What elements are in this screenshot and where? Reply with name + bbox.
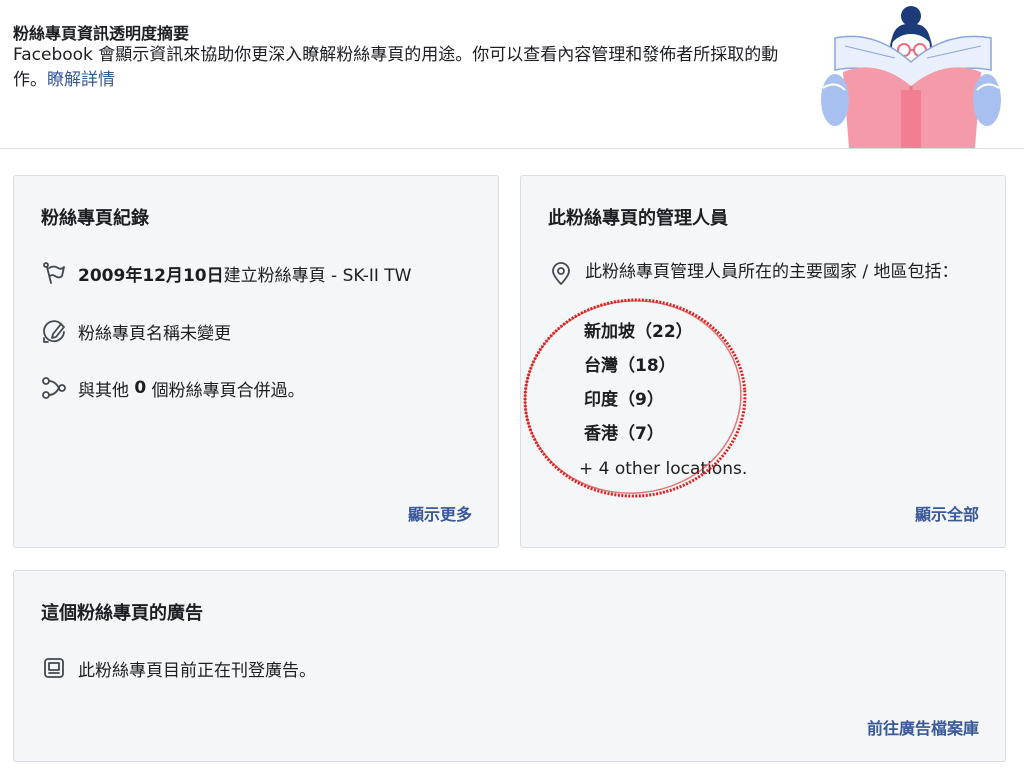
- page-history-title: 粉絲專頁紀錄: [41, 208, 149, 229]
- show-all-link[interactable]: 顯示全部: [915, 501, 979, 525]
- page-ads-title: 這個粉絲專頁的廣告: [41, 603, 203, 624]
- ads-status-row: 此粉絲專頁目前正在刊登廣告。: [41, 655, 316, 681]
- page-history-panel: 粉絲專頁紀錄 2009年12月10日 建立粉絲專頁 - SK-II TW 粉絲專…: [13, 175, 499, 548]
- location-pin-icon: [548, 261, 574, 287]
- merge-suffix: 個粉絲專頁合併過。: [146, 380, 305, 401]
- name-change-row: 粉絲專頁名稱未變更: [41, 318, 231, 344]
- edit-history-icon: [41, 318, 67, 344]
- header-description: Facebook 會顯示資訊來協助你更深入瞭解粉絲專頁的用途。你可以查看內容管理…: [13, 43, 783, 93]
- ad-screen-icon: [41, 655, 67, 681]
- location-item: 新加坡（22）: [584, 322, 693, 342]
- managers-intro-text: 此粉絲專頁管理人員所在的主要國家 / 地區包括：: [585, 262, 959, 282]
- header-description-text: Facebook 會顯示資訊來協助你更深入瞭解粉絲專頁的用途。你可以查看內容管理…: [13, 45, 779, 90]
- creation-date: 2009年12月10日: [78, 265, 224, 286]
- reading-woman-illustration: [821, 6, 1001, 148]
- merge-count: 0: [134, 378, 147, 398]
- location-item: 印度（9）: [584, 390, 664, 410]
- other-locations-text: + 4 other locations.: [579, 459, 748, 479]
- show-more-link[interactable]: 顯示更多: [408, 501, 472, 525]
- page-managers-panel: 此粉絲專頁的管理人員 此粉絲專頁管理人員所在的主要國家 / 地區包括： 新加坡（…: [520, 175, 1006, 548]
- creation-row: 2009年12月10日 建立粉絲專頁 - SK-II TW: [41, 260, 412, 286]
- ads-status-text: 此粉絲專頁目前正在刊登廣告。: [78, 660, 316, 681]
- location-item: 香港（7）: [584, 424, 664, 444]
- location-item: 台灣（18）: [584, 356, 676, 376]
- managers-intro-row: 此粉絲專頁管理人員所在的主要國家 / 地區包括：: [548, 260, 978, 287]
- transparency-header: 粉絲專頁資訊透明度摘要 Facebook 會顯示資訊來協助你更深入瞭解粉絲專頁的…: [0, 0, 1024, 149]
- page-managers-title: 此粉絲專頁的管理人員: [548, 208, 728, 229]
- merge-icon: [41, 375, 67, 401]
- flag-icon: [41, 260, 67, 286]
- page-ads-panel: 這個粉絲專頁的廣告 此粉絲專頁目前正在刊登廣告。 前往廣告檔案庫: [13, 570, 1006, 762]
- page-title: 粉絲專頁資訊透明度摘要: [13, 24, 190, 43]
- merge-prefix: 與其他: [78, 380, 135, 401]
- merge-row: 與其他 0 個粉絲專頁合併過。: [41, 375, 305, 401]
- creation-text: 建立粉絲專頁 - SK-II TW: [223, 265, 412, 286]
- learn-more-link[interactable]: 瞭解詳情: [47, 70, 115, 90]
- manager-locations-list: 新加坡（22） 台灣（18） 印度（9） 香港（7）: [584, 321, 693, 457]
- ad-library-link[interactable]: 前往廣告檔案庫: [867, 715, 979, 739]
- name-change-text: 粉絲專頁名稱未變更: [78, 323, 231, 344]
